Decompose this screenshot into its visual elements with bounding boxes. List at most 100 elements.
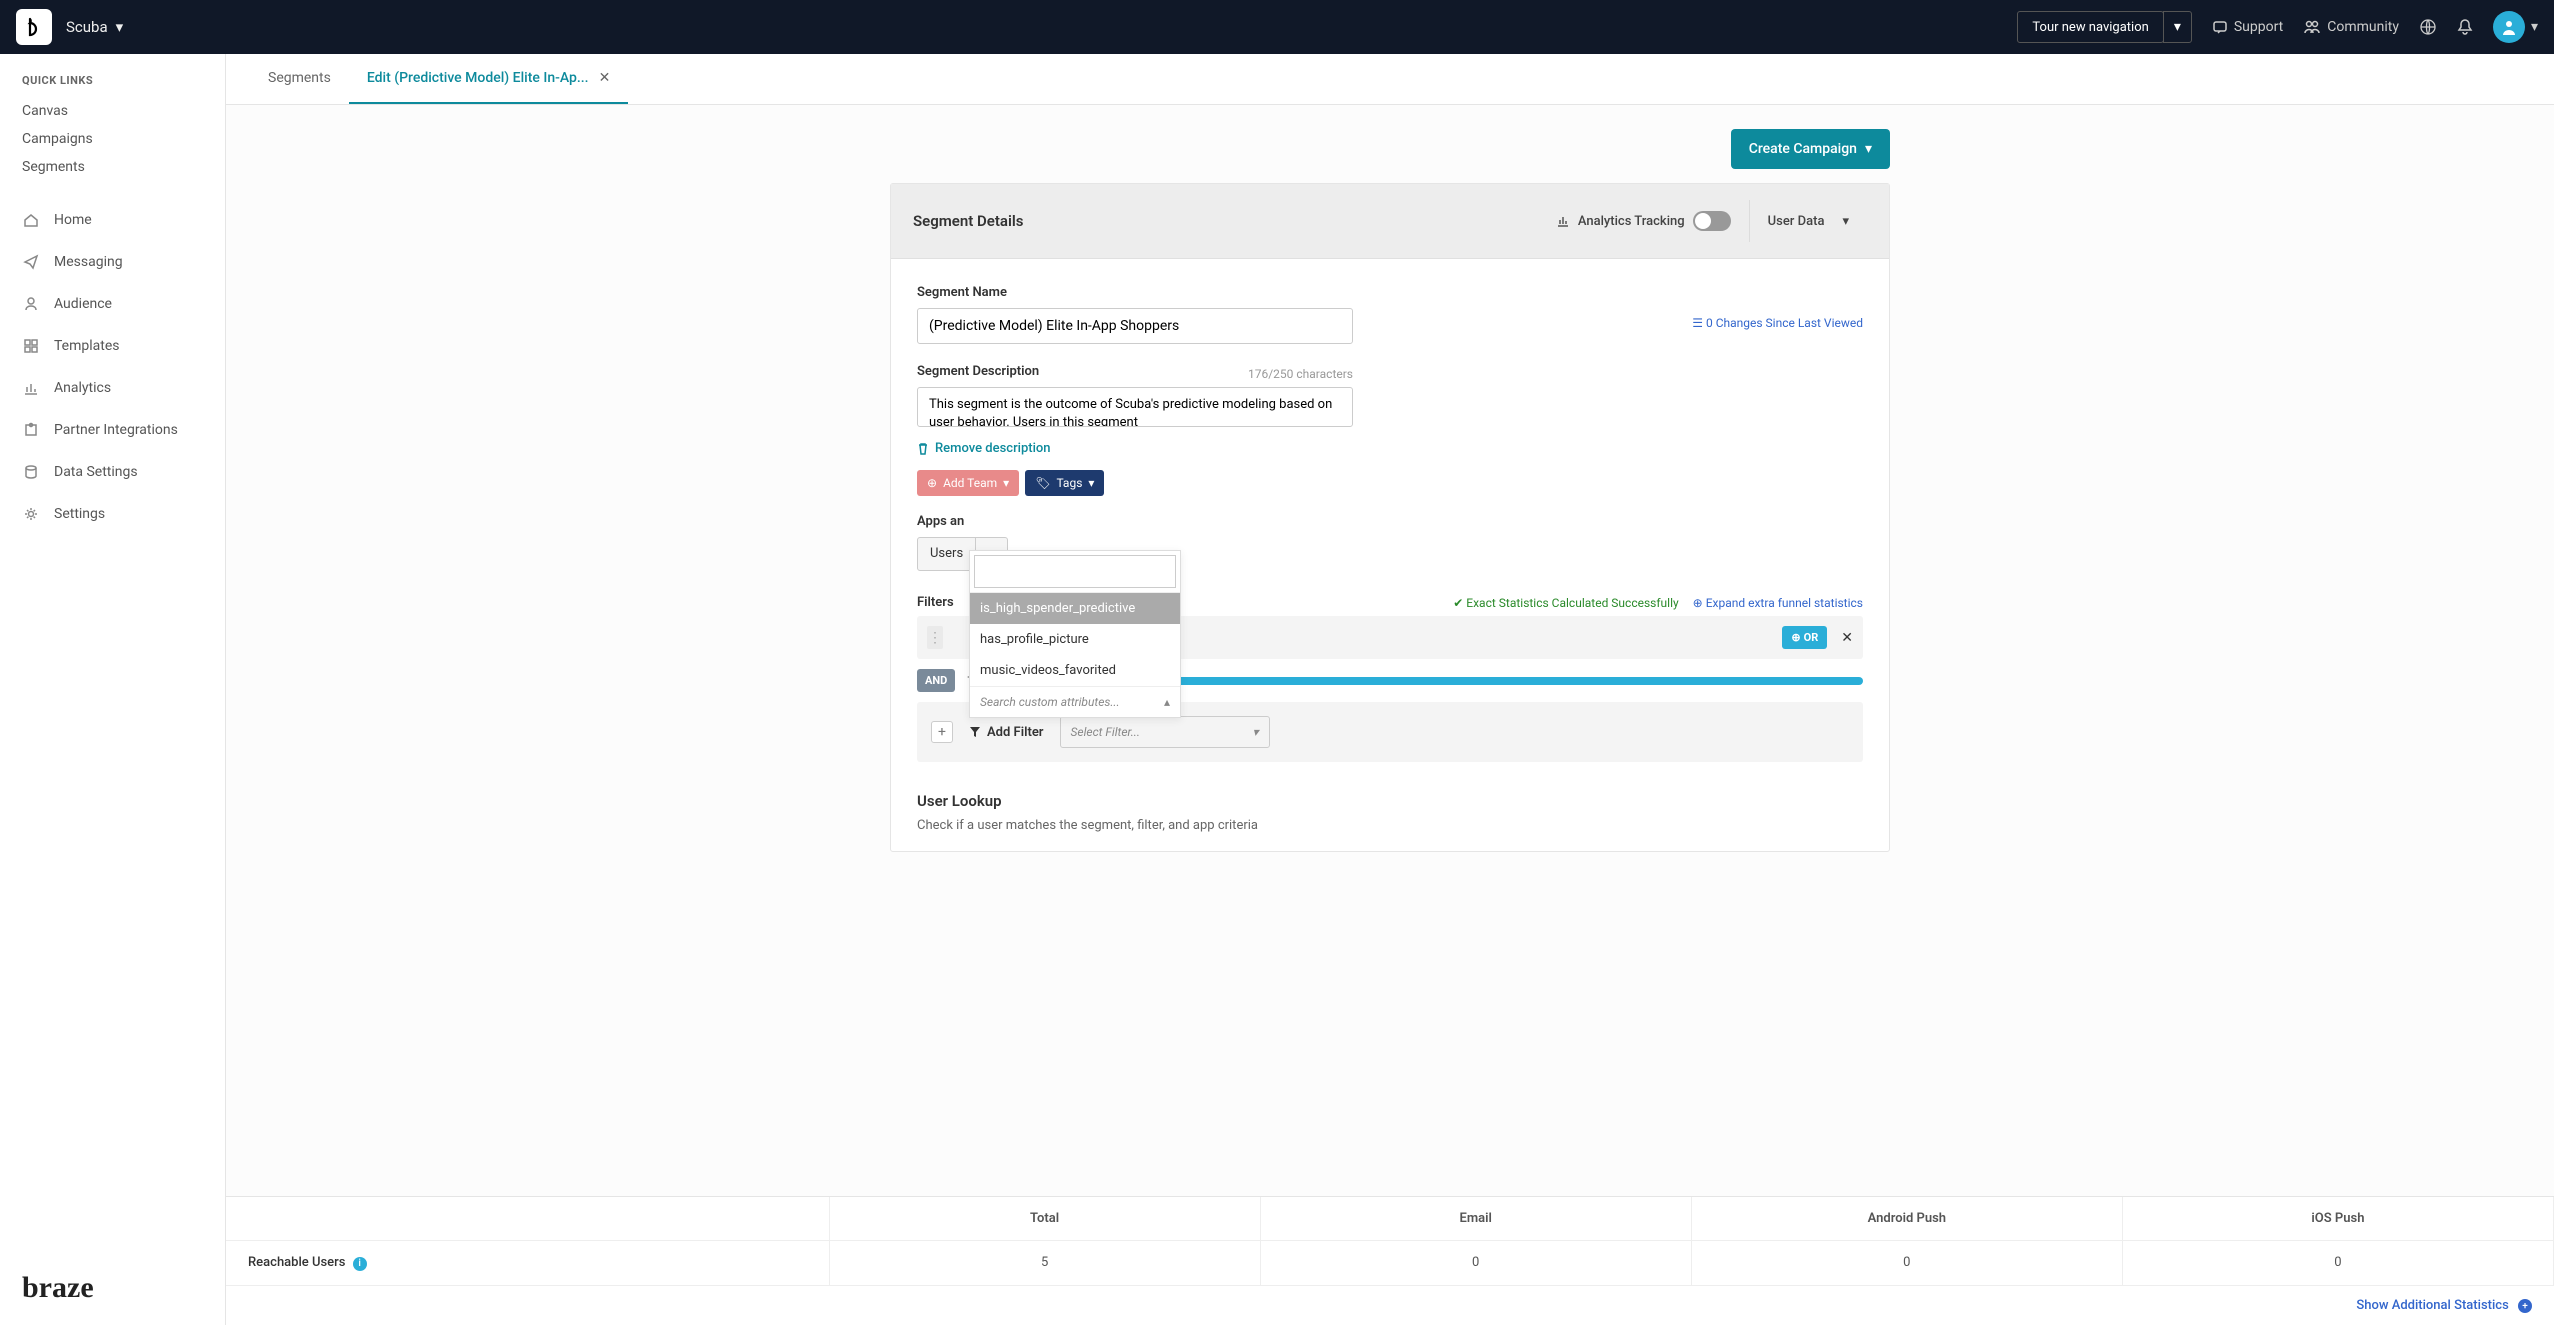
avatar[interactable] [2493,11,2525,43]
tab-bar: Segments Edit (Predictive Model) Elite I… [226,54,2554,105]
chevron-down-icon: ▾ [1003,476,1009,490]
filter-icon [969,726,981,738]
show-additional-stats-link[interactable]: Show Additional Statistics + [226,1286,2554,1325]
segment-desc-label: Segment Description [917,364,1039,379]
plus-circle-icon: ⊕ [1693,596,1706,610]
stats-email: 0 [1261,1241,1692,1286]
tags-button[interactable]: 🏷 Tags ▾ [1025,470,1104,496]
user-data-dropdown[interactable]: User Data ▾ [1749,200,1867,242]
chevron-down-icon: ▾ [1865,141,1872,157]
home-icon [22,211,40,229]
add-filter-label: Add Filter [969,725,1044,740]
stats-header-blank [226,1197,830,1241]
tag-icon: 🏷 [1035,476,1050,490]
close-icon[interactable]: ✕ [599,70,611,86]
nav-home[interactable]: Home [0,199,225,241]
puzzle-icon [22,421,40,439]
analytics-tracking-toggle[interactable]: Analytics Tracking [1538,200,1749,242]
people-icon [2303,19,2321,35]
trash-icon [917,442,929,456]
topbar: Scuba ▾ Tour new navigation ▾ Support Co… [0,0,2554,54]
nav-messaging[interactable]: Messaging [0,241,225,283]
segment-details-card: Segment Details Analytics Tracking User … [890,183,1890,852]
tab-segments[interactable]: Segments [250,54,349,104]
and-badge: AND [917,669,955,692]
stats-success: ✔ Exact Statistics Calculated Successful… [1453,596,1678,610]
remove-description-button[interactable]: Remove description [917,441,1353,456]
changes-link[interactable]: ☰ 0 Changes Since Last Viewed [1692,316,1863,330]
dd-search-label: Search custom attributes... [980,695,1120,709]
grid-icon [22,337,40,355]
remove-filter-icon[interactable]: ✕ [1841,630,1853,646]
dd-item[interactable]: has_profile_picture [970,624,1180,655]
plus-circle-icon: + [2518,1299,2532,1313]
expand-funnel-link[interactable]: ⊕ Expand extra funnel statistics [1693,596,1863,610]
char-counter: 176/250 characters [1248,367,1353,381]
stats-header-email: Email [1261,1197,1692,1241]
send-icon [22,253,40,271]
toggle-switch[interactable] [1693,211,1731,231]
chevron-down-icon: ▾ [1252,725,1258,739]
filter-select-dropdown[interactable]: Select Filter... ▾ [1060,716,1270,748]
or-button[interactable]: ⊕ OR [1782,626,1827,649]
logo[interactable] [16,9,52,45]
user-lookup-desc: Check if a user matches the segment, fil… [917,818,1863,833]
user-icon [22,295,40,313]
chevron-down-icon: ▾ [116,18,124,36]
nav-partner-integrations[interactable]: Partner Integrations [0,409,225,451]
stats-table: Total Email Android Push iOS Push Reacha… [226,1196,2554,1325]
stats-header-android: Android Push [1692,1197,2123,1241]
tour-button[interactable]: Tour new navigation [2017,11,2163,43]
nav-data-settings[interactable]: Data Settings [0,451,225,493]
card-title: Segment Details [913,212,1023,230]
stats-header-total: Total [830,1197,1261,1241]
user-lookup-title: User Lookup [917,792,1863,810]
progress-bar [1155,677,1863,685]
nav-templates[interactable]: Templates [0,325,225,367]
stats-row-label: Reachable Users i [226,1241,830,1286]
dd-item[interactable]: music_videos_favorited [970,655,1180,686]
tab-edit-segment[interactable]: Edit (Predictive Model) Elite In-Ap... ✕ [349,54,628,104]
segment-name-input[interactable] [917,308,1353,344]
sidebar: QUICK LINKS Canvas Campaigns Segments Ho… [0,54,226,1325]
globe-icon[interactable] [2419,18,2437,36]
dd-item[interactable]: is_high_spender_predictive [970,593,1180,624]
ql-campaigns[interactable]: Campaigns [22,125,203,153]
stats-header-ios: iOS Push [2123,1197,2554,1241]
community-link[interactable]: Community [2303,19,2399,35]
ql-segments[interactable]: Segments [22,153,203,181]
quick-links-title: QUICK LINKS [22,74,203,87]
drag-handle-icon[interactable]: ⋮ [927,626,943,649]
chevron-up-icon[interactable]: ▴ [1164,695,1170,709]
speech-icon [2212,19,2228,35]
stats-android: 0 [1692,1241,2123,1286]
bell-icon[interactable] [2457,18,2473,36]
chevron-down-icon: ▾ [1088,476,1094,490]
create-campaign-button[interactable]: Create Campaign ▾ [1731,129,1890,169]
gear-icon [22,505,40,523]
add-team-button[interactable]: ⊕ Add Team ▾ [917,470,1019,496]
support-link[interactable]: Support [2212,19,2283,35]
list-icon: ☰ [1692,316,1706,330]
stats-ios: 0 [2123,1241,2554,1286]
ql-canvas[interactable]: Canvas [22,97,203,125]
analytics-icon [1556,214,1570,228]
attributes-dropdown: is_high_spender_predictive has_profile_p… [969,550,1181,718]
tour-chevron[interactable]: ▾ [2163,11,2192,43]
dropdown-search-input[interactable] [974,555,1176,588]
filters-heading: Filters [917,595,954,610]
nav-audience[interactable]: Audience [0,283,225,325]
segment-desc-input[interactable] [917,387,1353,427]
add-filter-plus-button[interactable]: + [931,721,953,743]
chart-icon [22,379,40,397]
brand-logo: braze [0,1271,225,1311]
nav-analytics[interactable]: Analytics [0,367,225,409]
info-icon[interactable]: i [353,1257,367,1271]
workspace-selector[interactable]: Scuba ▾ [66,18,123,36]
nav-settings[interactable]: Settings [0,493,225,535]
main: Segments Edit (Predictive Model) Elite I… [226,54,2554,1325]
database-icon [22,463,40,481]
chevron-down-icon: ▾ [1842,214,1849,229]
segment-name-label: Segment Name [917,285,1353,300]
chevron-down-icon[interactable]: ▾ [2531,19,2538,35]
